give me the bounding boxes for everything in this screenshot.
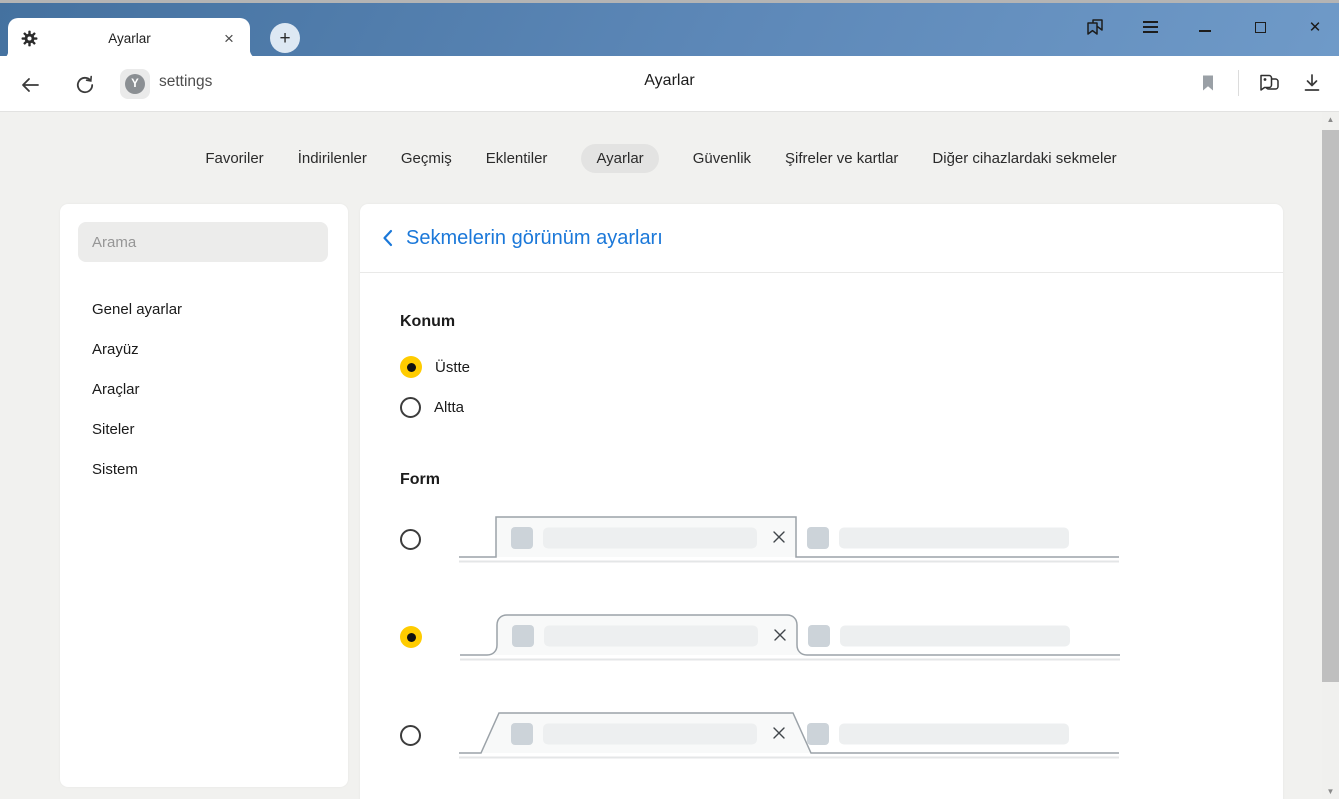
- toolbar-divider: [1238, 70, 1239, 96]
- window-close-button[interactable]: ✕: [1303, 15, 1327, 39]
- tab-close-icon[interactable]: ×: [220, 29, 238, 49]
- scrollbar-up-icon[interactable]: ▲: [1322, 115, 1339, 124]
- sidebar-item-araclar[interactable]: Araçlar: [60, 369, 348, 409]
- address-toolbar: Y settings Ayarlar: [0, 56, 1339, 112]
- radio-altta[interactable]: [400, 397, 421, 418]
- radio-label-ustte: Üstte: [435, 359, 470, 376]
- tab-panel-bookmarks-icon[interactable]: [1083, 15, 1107, 39]
- radio-row-ustte[interactable]: Üstte: [400, 347, 1283, 387]
- radio-ustte[interactable]: [400, 356, 422, 378]
- collections-icon[interactable]: [1256, 70, 1282, 96]
- sidebar-item-sistem[interactable]: Sistem: [60, 449, 348, 489]
- form-heading: Form: [400, 471, 1283, 489]
- nav-indirilenler[interactable]: İndirilenler: [298, 150, 367, 167]
- konum-heading: Konum: [400, 313, 1283, 331]
- page-scrollbar[interactable]: ▲ ▼: [1322, 112, 1339, 799]
- scrollbar-thumb[interactable]: [1322, 130, 1339, 682]
- tab-strip: Ayarlar × + ✕: [0, 0, 1339, 56]
- form-option-rectangle[interactable]: [400, 515, 1283, 563]
- sidebar-item-siteler[interactable]: Siteler: [60, 409, 348, 449]
- settings-gear-icon: [20, 29, 39, 48]
- window-maximize-button[interactable]: [1248, 15, 1272, 39]
- settings-nav: Favoriler İndirilenler Geçmiş Eklentiler…: [0, 138, 1322, 178]
- window-minimize-button[interactable]: [1193, 15, 1217, 39]
- settings-sidebar: Genel ayarlar Arayüz Araçlar Siteler Sis…: [60, 204, 348, 787]
- scrollbar-down-icon[interactable]: ▼: [1322, 787, 1339, 796]
- form-option-trapezoid[interactable]: [400, 711, 1283, 759]
- form-option-rounded[interactable]: [400, 613, 1283, 661]
- settings-panel: Sekmelerin görünüm ayarları Konum Üstte …: [360, 204, 1283, 799]
- section-form: Form: [400, 427, 1283, 759]
- nav-gecmis[interactable]: Geçmiş: [401, 150, 452, 167]
- panel-header: Sekmelerin görünüm ayarları: [360, 204, 1283, 273]
- tab-shape-trapezoid-preview: [459, 711, 1119, 759]
- radio-row-altta[interactable]: Altta: [400, 387, 1283, 427]
- radio-label-altta: Altta: [434, 399, 464, 416]
- nav-favoriler[interactable]: Favoriler: [205, 150, 263, 167]
- nav-eklentiler[interactable]: Eklentiler: [486, 150, 548, 167]
- search-input[interactable]: [78, 222, 328, 262]
- tab-title: Ayarlar: [39, 31, 220, 46]
- nav-sifreler[interactable]: Şifreler ve kartlar: [785, 150, 898, 167]
- page-title[interactable]: Sekmelerin görünüm ayarları: [406, 227, 663, 250]
- radio-form-rectangle[interactable]: [400, 529, 421, 550]
- downloads-icon[interactable]: [1299, 70, 1325, 96]
- settings-page: Favoriler İndirilenler Geçmiş Eklentiler…: [0, 112, 1339, 799]
- toolbar-page-title: Ayarlar: [0, 72, 1339, 90]
- sidebar-item-genel-ayarlar[interactable]: Genel ayarlar: [60, 289, 348, 329]
- radio-form-rounded[interactable]: [400, 626, 422, 648]
- nav-diger-cihazlar[interactable]: Diğer cihazlardaki sekmeler: [932, 150, 1116, 167]
- tab-shape-rounded-preview: [460, 613, 1120, 661]
- new-tab-button[interactable]: +: [270, 23, 300, 53]
- tab-shape-rectangle-preview: [459, 515, 1119, 563]
- nav-ayarlar-active[interactable]: Ayarlar: [581, 144, 658, 173]
- browser-tab-active[interactable]: Ayarlar ×: [8, 18, 250, 59]
- sidebar-item-arayuz[interactable]: Arayüz: [60, 329, 348, 369]
- nav-guvenlik[interactable]: Güvenlik: [693, 150, 751, 167]
- browser-menu-icon[interactable]: [1138, 15, 1162, 39]
- section-konum: Konum Üstte Altta: [400, 273, 1283, 427]
- back-chevron-icon[interactable]: [381, 227, 395, 249]
- bookmark-flag-icon[interactable]: [1195, 70, 1221, 96]
- radio-form-trapezoid[interactable]: [400, 725, 421, 746]
